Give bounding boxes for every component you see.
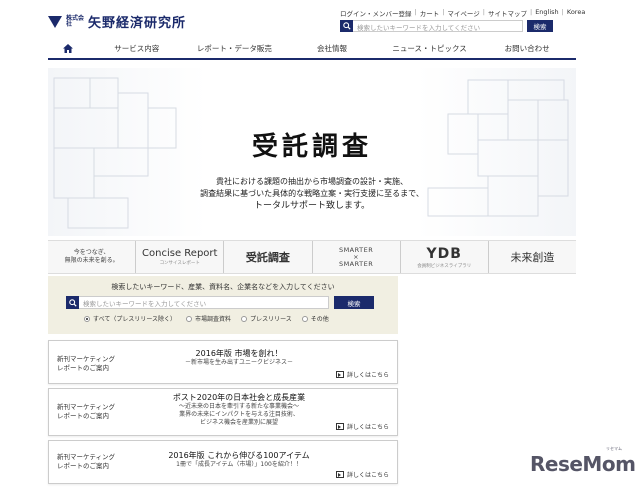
search-scope-options: すべて（プレスリリース除く） 市場調査資料 プレスリリース その他 <box>66 314 380 323</box>
card-more-label: 詳しくはこちら <box>346 372 389 379</box>
radio-all-label: すべて（プレスリリース除く） <box>93 316 177 323</box>
nav-home[interactable] <box>48 43 88 53</box>
banner-concise-report[interactable]: Concise Report コンサイスレポート <box>136 241 225 273</box>
banner-smarter[interactable]: SMARTER × SMARTER <box>313 241 401 273</box>
banner-smarter-line3: SMARTER <box>338 259 374 268</box>
banner-mirai-title: 未来創造 <box>510 251 555 264</box>
card-label-line2: レポートのご案内 <box>57 364 109 372</box>
banner-concise-sub: コンサイスレポート <box>159 261 200 266</box>
radio-market-research-label: 市場調査資料 <box>195 316 232 323</box>
card-label-line2: レポートのご案内 <box>57 412 109 420</box>
banner-contract-research[interactable]: 受託調査 <box>224 241 313 273</box>
link-cart[interactable]: カート <box>420 8 440 18</box>
radio-other[interactable]: その他 <box>301 314 329 323</box>
nav-news[interactable]: ニュース・トピックス <box>381 43 479 54</box>
company-logo[interactable]: 株式会社 矢野経済研究所 <box>48 12 186 31</box>
radio-market-research[interactable]: 市場調査資料 <box>186 314 231 323</box>
banner-ydb-title: YDB <box>426 245 462 262</box>
logo-small-text: 株式会社 <box>66 14 85 28</box>
card-title: ポスト2020年の日本社会と成長産業 <box>172 393 306 402</box>
radio-dot <box>186 315 193 322</box>
keyword-search-panel: 検索したいキーワード、産業、資料名、企業名などを入力してください 検索したいキー… <box>48 276 398 334</box>
radio-dot <box>84 315 90 322</box>
card-content: 2016年版 これから伸びる100アイテム 1冊で「成長アイテム（市場）」100… <box>139 451 339 469</box>
search-icon <box>66 296 79 309</box>
logo-text: 矢野経済研究所 <box>88 16 187 31</box>
banner-ydb-sub: 会員制ビジネスライブラリ <box>417 263 472 269</box>
hero-banner[interactable]: 受託調査 貴社における課題の抽出から市場調査の設計・実施、 調査結果に基づいた具… <box>48 68 576 236</box>
link-english[interactable]: English <box>535 8 558 18</box>
card-subtitle: －新市場を生み出すユニークビジネス－ <box>184 359 293 366</box>
report-card[interactable]: 新刊マーケティング レポートのご案内 2016年版 市場を創れ！ －新市場を生み… <box>48 340 398 384</box>
card-label-line1: 新刊マーケティング <box>57 453 115 461</box>
card-title: 2016年版 市場を創れ！ <box>195 349 283 358</box>
card-content: 2016年版 市場を創れ！ －新市場を生み出すユニークビジネス－ <box>139 349 339 367</box>
logo-mark-icon <box>48 15 62 28</box>
card-subtitle: ビジネス機会を産業別に展望 <box>199 419 278 426</box>
resemom-watermark: ReseMom <box>530 452 636 476</box>
card-content: ポスト2020年の日本社会と成長産業 ～近未来の日本を牽引する新たな事業機会～ … <box>139 393 339 427</box>
keyword-search-button[interactable]: 検索 <box>334 296 374 309</box>
nav-contact[interactable]: お問い合わせ <box>478 43 576 54</box>
card-more-link[interactable]: 詳しくはこちら <box>335 422 389 431</box>
search-icon <box>340 20 353 32</box>
card-label-line1: 新刊マーケティング <box>57 403 115 411</box>
link-korea[interactable]: Korea <box>567 8 585 18</box>
hero-title: 受託調査 <box>251 132 372 162</box>
card-more-label: 詳しくはこちら <box>346 424 389 431</box>
nav-company[interactable]: 会社情報 <box>283 43 381 54</box>
banner-future[interactable]: 今をつなぎ、 無限の未来を創る。 <box>48 241 137 273</box>
card-label-line1: 新刊マーケティング <box>57 355 115 363</box>
report-card[interactable]: 新刊マーケティング レポートのご案内 2016年版 これから伸びる100アイテム… <box>48 440 398 484</box>
hero-description: 貴社における課題の抽出から市場調査の設計・実施、 調査結果に基づいた具体的な戦略… <box>48 176 576 212</box>
card-subtitle: 1冊で「成長アイテム（市場）」100を紹介！！ <box>176 461 302 468</box>
radio-all[interactable]: すべて（プレスリリース除く） <box>84 314 176 323</box>
hero-line-2: 調査結果に基づいた具体的な戦略立案・実行支援に至るまで、 <box>200 189 424 198</box>
nav-reports[interactable]: レポート・データ販売 <box>186 43 284 54</box>
keyword-search-input[interactable]: 検索したいキーワードを入力してください <box>79 296 329 309</box>
hero-line-3: トータルサポート致します。 <box>253 201 371 211</box>
card-more-label: 詳しくはこちら <box>346 472 389 479</box>
card-more-link[interactable]: 詳しくはこちら <box>335 370 389 379</box>
play-icon <box>335 371 344 378</box>
banner-future-line1: 今をつなぎ、 <box>73 249 110 256</box>
report-card[interactable]: 新刊マーケティング レポートのご案内 ポスト2020年の日本社会と成長産業 ～近… <box>48 388 398 436</box>
card-label-line2: レポートのご案内 <box>57 462 109 470</box>
banner-contract-title: 受託調査 <box>245 251 290 264</box>
link-mypage[interactable]: マイページ <box>447 8 479 18</box>
search-prompt: 検索したいキーワード、産業、資料名、企業名などを入力してください <box>111 283 335 291</box>
radio-dot <box>241 315 248 322</box>
link-sitemap[interactable]: サイトマップ <box>488 8 527 18</box>
card-subtitle: ～近未来の日本を牽引する新たな事業機会～ <box>178 403 299 410</box>
home-icon <box>63 43 73 53</box>
radio-dot <box>301 315 308 322</box>
card-label: 新刊マーケティング レポートのご案内 <box>57 355 115 373</box>
top-links: ログイン・メンバー登録 | カート | マイページ | サイトマップ | English… <box>340 8 586 18</box>
banner-concise-title: Concise Report <box>142 248 218 259</box>
play-icon <box>335 423 344 430</box>
card-more-link[interactable]: 詳しくはこちら <box>335 470 389 479</box>
header-search: 検索したいキーワードを入力してください 検索 <box>340 20 553 32</box>
radio-press-release-label: プレスリリース <box>250 316 292 323</box>
link-login[interactable]: ログイン・メンバー登録 <box>340 8 412 18</box>
banner-future-line2: 無限の未来を創る。 <box>64 257 119 264</box>
main-nav: サービス内容 レポート・データ販売 会社情報 ニュース・トピックス お問い合わせ <box>48 38 576 60</box>
resemom-watermark-small: リセマム <box>606 446 622 451</box>
header-search-input[interactable]: 検索したいキーワードを入力してください <box>353 20 523 32</box>
header-search-button[interactable]: 検索 <box>527 20 553 32</box>
card-label: 新刊マーケティング レポートのご案内 <box>57 453 115 471</box>
card-title: 2016年版 これから伸びる100アイテム <box>168 451 310 460</box>
radio-press-release[interactable]: プレスリリース <box>241 314 292 323</box>
banner-ydb[interactable]: YDB 会員制ビジネスライブラリ <box>401 241 489 273</box>
hero-line-1: 貴社における課題の抽出から市場調査の設計・実施、 <box>216 177 408 186</box>
radio-other-label: その他 <box>310 316 329 323</box>
play-icon <box>335 471 344 478</box>
card-label: 新刊マーケティング レポートのご案内 <box>57 403 115 421</box>
service-banners: 今をつなぎ、 無限の未来を創る。 Concise Report コンサイスレポー… <box>48 240 576 274</box>
card-subtitle: 業界の未来にインパクトを与える注目技術、 <box>179 411 299 418</box>
nav-services[interactable]: サービス内容 <box>88 43 186 54</box>
banner-mirai[interactable]: 未来創造 <box>489 241 576 273</box>
